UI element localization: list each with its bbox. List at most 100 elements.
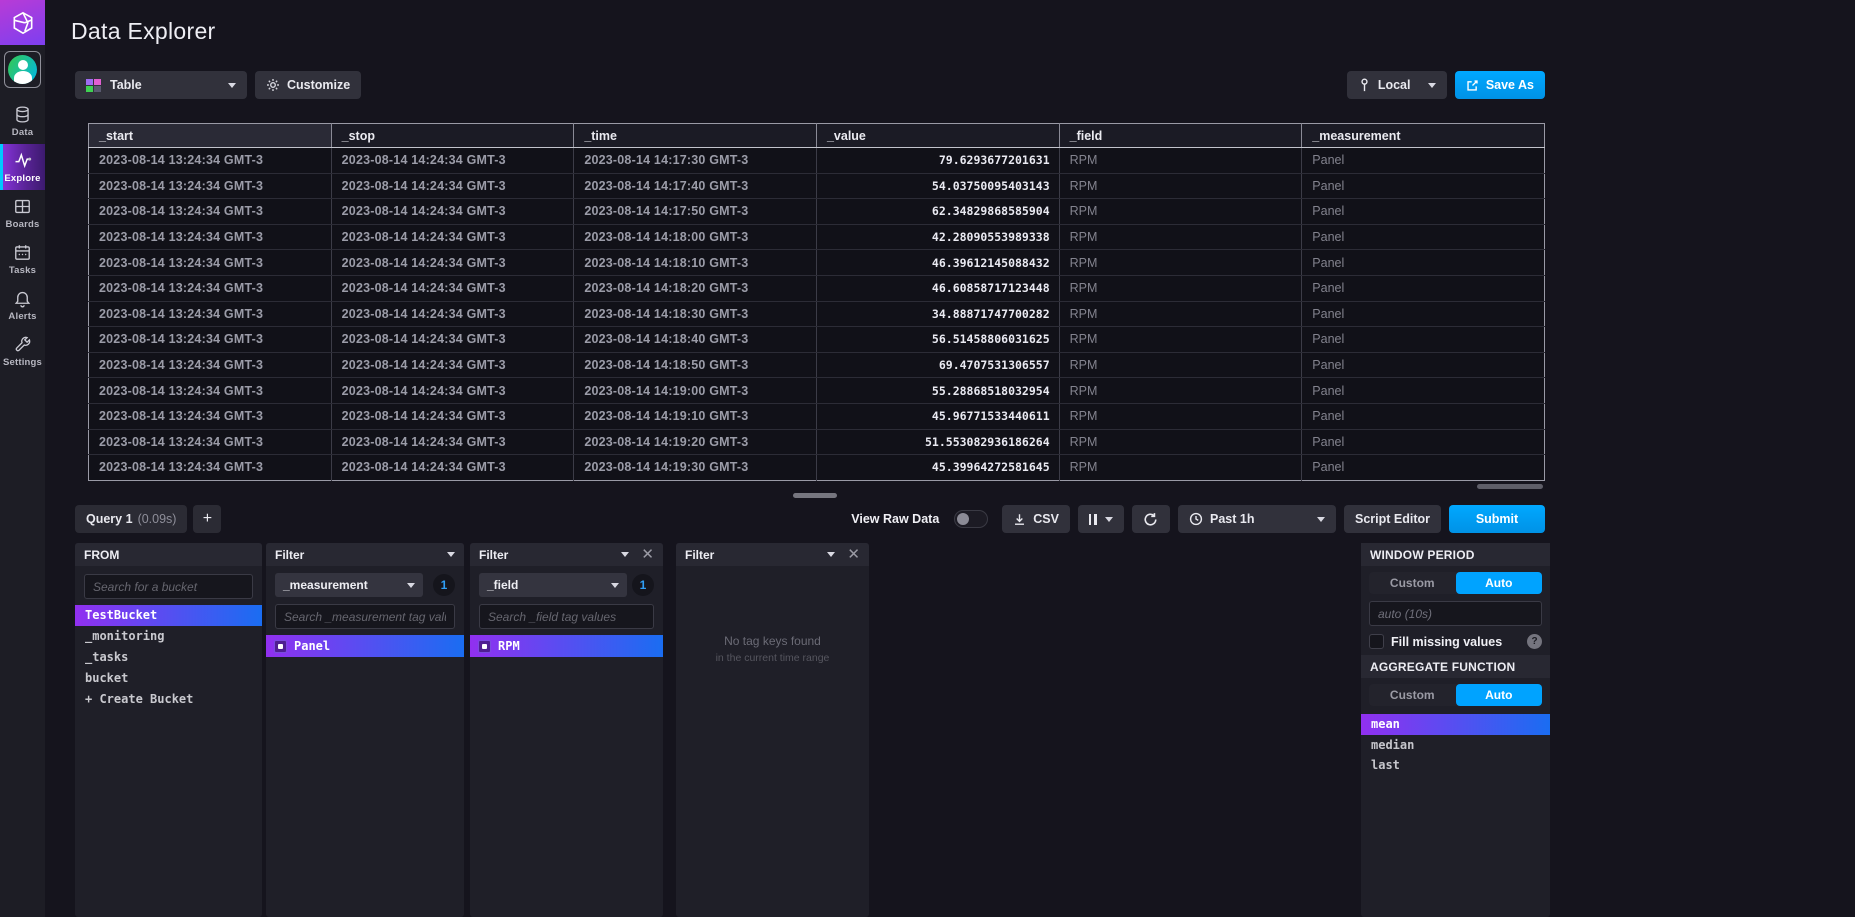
- clock-icon: [1189, 512, 1203, 526]
- help-icon[interactable]: ?: [1527, 634, 1542, 649]
- filter-panel-header[interactable]: Filter ✕: [470, 543, 663, 566]
- cell-_start: 2023-08-14 13:24:34 GMT-3: [89, 250, 332, 276]
- aggregate-mode-toggle[interactable]: Custom Auto: [1369, 684, 1542, 706]
- refresh-button[interactable]: [1132, 505, 1170, 533]
- tag-value-item[interactable]: RPM: [470, 635, 663, 657]
- create-bucket-button[interactable]: + Create Bucket: [75, 689, 262, 710]
- add-query-button[interactable]: +: [193, 505, 221, 533]
- download-csv-button[interactable]: CSV: [1002, 505, 1070, 533]
- bucket-item[interactable]: _monitoring: [75, 626, 262, 647]
- chevron-down-icon: [228, 83, 236, 88]
- table-row: 2023-08-14 13:24:34 GMT-32023-08-14 14:2…: [89, 301, 1545, 327]
- filter-panel-header[interactable]: Filter ✕: [676, 543, 869, 566]
- export-icon: [1466, 79, 1479, 92]
- cell-_time: 2023-08-14 14:18:00 GMT-3: [574, 224, 817, 250]
- tag-value-search-input[interactable]: [275, 604, 455, 629]
- cell-_time: 2023-08-14 14:19:00 GMT-3: [574, 378, 817, 404]
- bucket-item[interactable]: _tasks: [75, 647, 262, 668]
- timezone-dropdown[interactable]: Local: [1347, 71, 1447, 99]
- window-period-header: WINDOW PERIOD: [1361, 543, 1550, 566]
- bucket-list: TestBucket_monitoring_tasksbucket+ Creat…: [75, 605, 262, 710]
- chevron-down-icon: [611, 583, 619, 588]
- close-icon[interactable]: ✕: [847, 547, 860, 562]
- visualization-type-dropdown[interactable]: Table: [75, 71, 247, 99]
- query-tab-label: Query 1: [86, 512, 133, 526]
- cell-_field: RPM: [1059, 429, 1302, 455]
- gear-icon: [266, 78, 280, 92]
- column-header-_field[interactable]: _field: [1059, 124, 1302, 148]
- empty-state: No tag keys found in the current time ra…: [676, 566, 869, 664]
- bucket-item[interactable]: TestBucket: [75, 605, 262, 626]
- sidebar-item-boards[interactable]: Boards: [0, 190, 45, 236]
- aggregate-function-list: meanmedianlast: [1361, 714, 1550, 776]
- tag-value-item[interactable]: Panel: [266, 635, 464, 657]
- cell-_value: 46.60858717123448: [816, 275, 1059, 301]
- aggregate-function-item[interactable]: median: [1361, 735, 1550, 756]
- save-as-button[interactable]: Save As: [1455, 71, 1545, 99]
- table-row: 2023-08-14 13:24:34 GMT-32023-08-14 14:2…: [89, 173, 1545, 199]
- pulse-graph-icon: [13, 150, 33, 170]
- cell-_stop: 2023-08-14 14:24:34 GMT-3: [331, 224, 574, 250]
- pause-button[interactable]: [1078, 505, 1124, 533]
- bucket-item[interactable]: bucket: [75, 668, 262, 689]
- script-editor-button[interactable]: Script Editor: [1344, 505, 1441, 533]
- cell-_measurement: Panel: [1302, 327, 1545, 353]
- query-tab[interactable]: Query 1 (0.09s): [75, 505, 187, 533]
- resize-drag-handle[interactable]: [793, 493, 837, 498]
- column-header-_stop[interactable]: _stop: [331, 124, 574, 148]
- cell-_field: RPM: [1059, 352, 1302, 378]
- submit-button[interactable]: Submit: [1449, 505, 1545, 533]
- sidebar-item-label: Data: [12, 127, 33, 138]
- filter-panel-header[interactable]: Filter: [266, 543, 464, 566]
- auto-option[interactable]: Auto: [1456, 572, 1543, 594]
- close-icon[interactable]: ✕: [641, 547, 654, 562]
- sidebar-item-tasks[interactable]: Tasks: [0, 236, 45, 282]
- aggregate-function-header: AGGREGATE FUNCTION: [1361, 655, 1550, 678]
- checkbox-checked-icon: [478, 640, 491, 653]
- column-header-_measurement[interactable]: _measurement: [1302, 124, 1545, 148]
- view-raw-data-label: View Raw Data: [851, 512, 939, 526]
- sidebar-item-label: Tasks: [9, 265, 36, 276]
- cell-_start: 2023-08-14 13:24:34 GMT-3: [89, 429, 332, 455]
- time-range-dropdown[interactable]: Past 1h: [1178, 505, 1336, 533]
- horizontal-scrollbar[interactable]: [1477, 484, 1543, 489]
- table-row: 2023-08-14 13:24:34 GMT-32023-08-14 14:2…: [89, 199, 1545, 225]
- customize-button[interactable]: Customize: [255, 71, 361, 99]
- chevron-down-icon: [621, 552, 629, 557]
- bucket-search-input[interactable]: [84, 574, 253, 599]
- sidebar-item-alerts[interactable]: Alerts: [0, 282, 45, 328]
- sidebar-item-data[interactable]: Data: [0, 98, 45, 144]
- user-avatar[interactable]: [4, 51, 41, 88]
- column-header-_start[interactable]: _start: [89, 124, 332, 148]
- custom-option[interactable]: Custom: [1369, 684, 1456, 706]
- cell-_value: 46.39612145088432: [816, 250, 1059, 276]
- sidebar-item-explore[interactable]: Explore: [0, 144, 45, 190]
- aggregate-function-item[interactable]: mean: [1361, 714, 1550, 735]
- cell-_measurement: Panel: [1302, 275, 1545, 301]
- fill-missing-values-checkbox[interactable]: [1369, 634, 1384, 649]
- column-header-_time[interactable]: _time: [574, 124, 817, 148]
- tag-key-dropdown[interactable]: _measurement: [275, 573, 423, 597]
- cell-_stop: 2023-08-14 14:24:34 GMT-3: [331, 199, 574, 225]
- tag-value-search-input[interactable]: [479, 604, 654, 629]
- tag-key-label: _field: [487, 578, 518, 592]
- window-period-mode-toggle[interactable]: Custom Auto: [1369, 572, 1542, 594]
- cell-_field: RPM: [1059, 327, 1302, 353]
- tag-key-dropdown[interactable]: _field: [479, 573, 627, 597]
- custom-option[interactable]: Custom: [1369, 572, 1456, 594]
- sidebar-item-label: Explore: [4, 173, 40, 184]
- window-period-input[interactable]: [1369, 601, 1542, 626]
- cell-_stop: 2023-08-14 14:24:34 GMT-3: [331, 301, 574, 327]
- aggregate-function-item[interactable]: last: [1361, 755, 1550, 776]
- cell-_start: 2023-08-14 13:24:34 GMT-3: [89, 378, 332, 404]
- pin-icon: [1358, 78, 1371, 92]
- page-title: Data Explorer: [71, 18, 216, 45]
- auto-option[interactable]: Auto: [1456, 684, 1543, 706]
- cell-_time: 2023-08-14 14:19:30 GMT-3: [574, 455, 817, 481]
- influxdb-logo[interactable]: [0, 0, 45, 45]
- column-header-_value[interactable]: _value: [816, 124, 1059, 148]
- cell-_stop: 2023-08-14 14:24:34 GMT-3: [331, 327, 574, 353]
- cell-_start: 2023-08-14 13:24:34 GMT-3: [89, 327, 332, 353]
- sidebar-item-settings[interactable]: Settings: [0, 328, 45, 374]
- view-raw-data-toggle[interactable]: [954, 510, 988, 528]
